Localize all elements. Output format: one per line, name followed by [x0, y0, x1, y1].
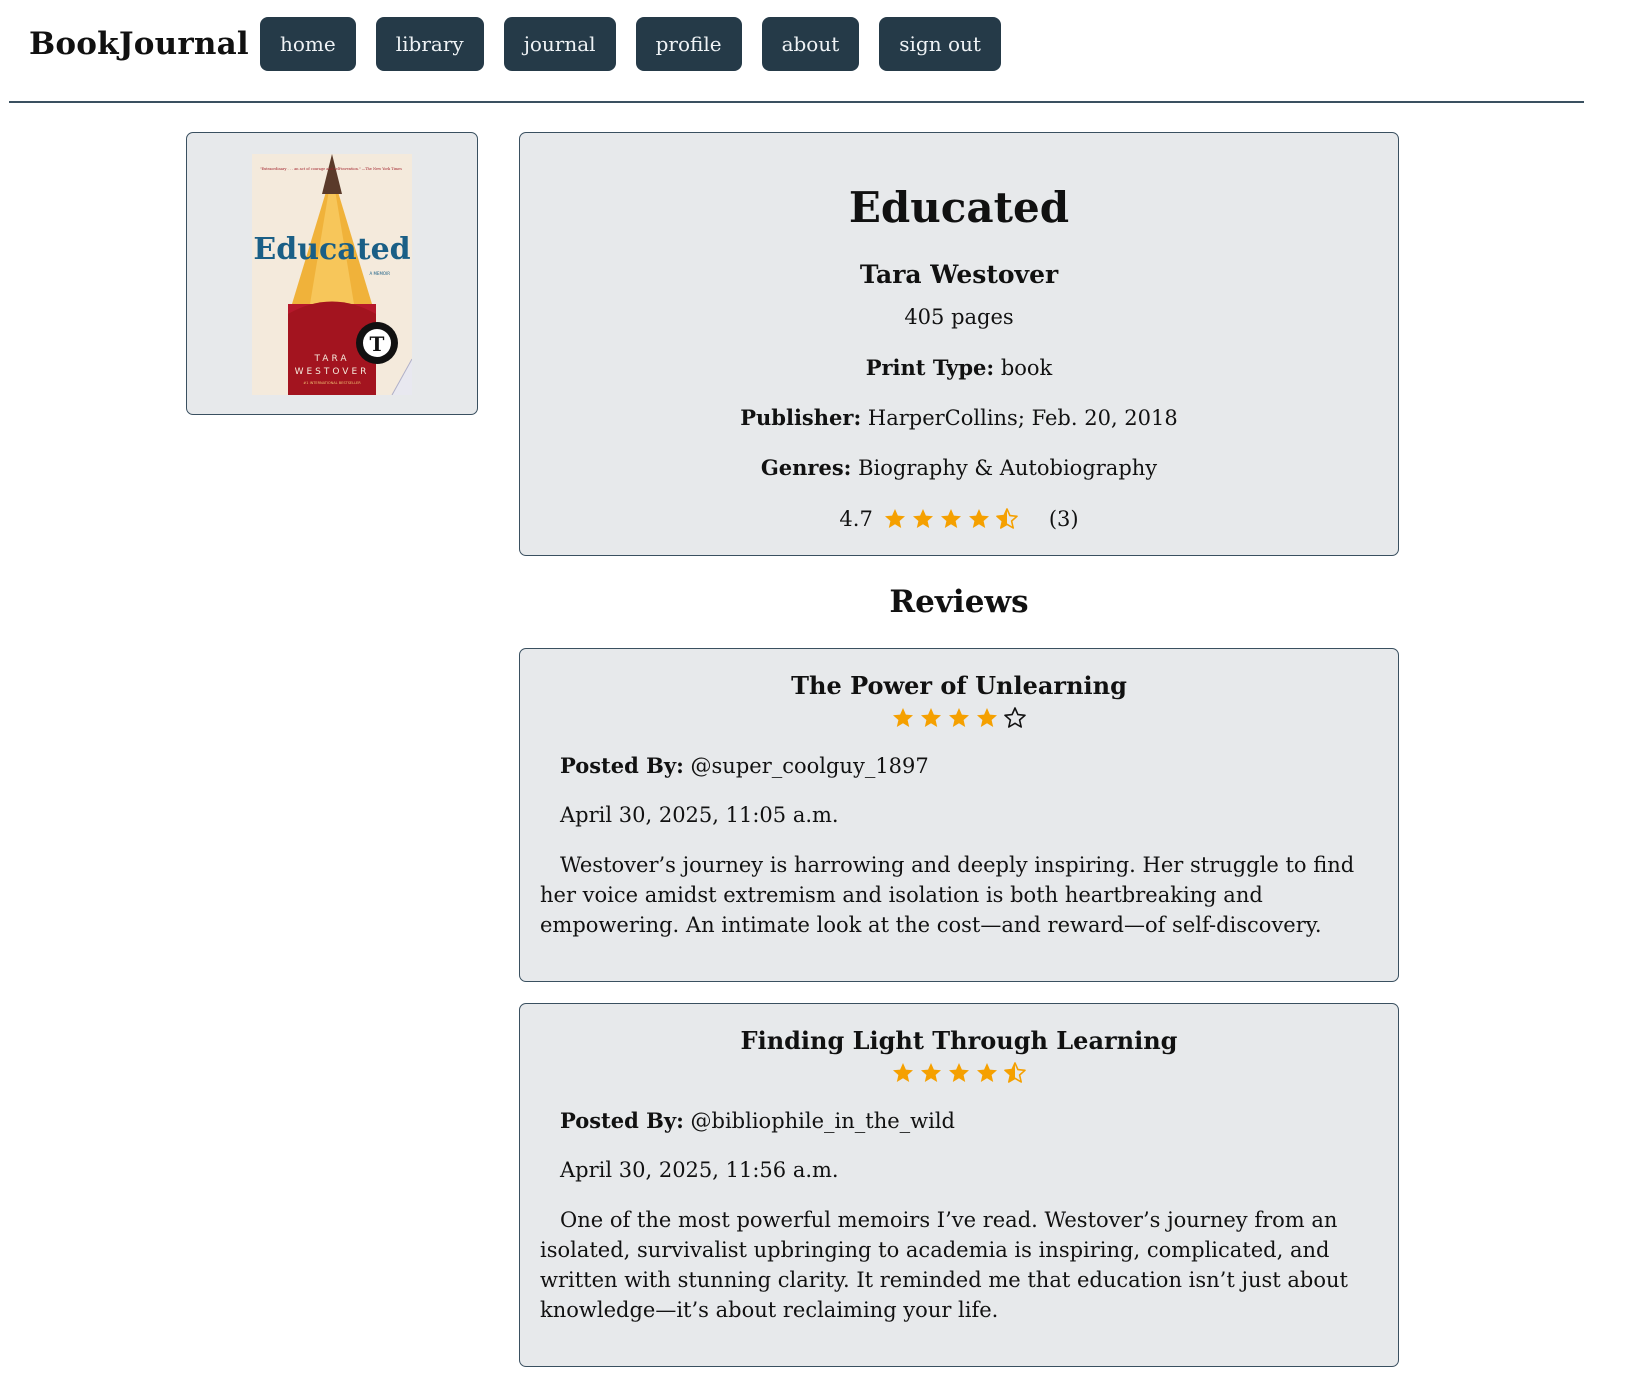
review-card: The Power of Unlearning Posted By: @supe…: [519, 648, 1399, 982]
review-rating-stars: [520, 706, 1398, 730]
review-body: One of the most powerful memoirs I’ve re…: [540, 1208, 1348, 1322]
star-full-icon: [968, 509, 989, 528]
nav-sign-out-button[interactable]: sign out: [879, 17, 1001, 71]
cover-author-last: WESTOVER: [295, 367, 370, 377]
star-full-icon: [977, 708, 997, 727]
genres-label: Genres:: [760, 455, 852, 480]
star-full-icon: [940, 509, 961, 528]
book-author: Tara Westover: [859, 260, 1059, 289]
star-full-icon: [921, 1063, 941, 1082]
book-title: Educated: [848, 183, 1070, 232]
book-rating-row: 4.7 (3): [520, 507, 1398, 531]
publisher-value: HarperCollins; Feb. 20, 2018: [867, 406, 1178, 430]
print-type-label: Print Type:: [865, 355, 995, 380]
review-title: Finding Light Through Learning: [740, 1026, 1178, 1055]
cover-subtitle: A MEMOIR: [369, 271, 390, 276]
top-nav-bar: BookJournal home library journal profile…: [9, 0, 1584, 103]
nav-menu: home library journal profile about sign …: [260, 17, 1001, 71]
cover-title: Educated: [253, 232, 410, 267]
star-full-icon: [921, 708, 941, 727]
print-type-row: Print Type: book: [520, 355, 1398, 380]
review-username[interactable]: @super_coolguy_1897: [691, 754, 929, 778]
brand-logo[interactable]: BookJournal: [29, 26, 249, 62]
review-author-row: Posted By: @bibliophile_in_the_wild: [560, 1108, 955, 1133]
genres-row: Genres: Biography & Autobiography: [520, 455, 1398, 480]
star-full-icon: [949, 1063, 969, 1082]
star-full-icon: [912, 509, 933, 528]
review-username[interactable]: @bibliophile_in_the_wild: [691, 1109, 956, 1133]
genres-value: Biography & Autobiography: [858, 456, 1158, 480]
star-full-icon: [977, 1063, 997, 1082]
book-details-card: Educated Tara Westover 405 pages Print T…: [519, 132, 1399, 556]
cover-quote: "Extraordinary . . . an act of courage a…: [260, 167, 402, 171]
nav-home-button[interactable]: home: [260, 17, 356, 71]
star-full-icon: [884, 509, 905, 528]
review-body: Westover’s journey is harrowing and deep…: [540, 853, 1355, 937]
nav-profile-button[interactable]: profile: [635, 17, 742, 71]
book-cover-card: Educated A MEMOIR "Extraordinary . . . a…: [186, 132, 478, 415]
cover-author-first: TARA: [313, 354, 349, 364]
book-rating-stars: [883, 507, 1019, 531]
posted-by-label: Posted By:: [560, 1108, 684, 1133]
nav-about-button[interactable]: about: [761, 17, 860, 71]
review-author-row: Posted By: @super_coolguy_1897: [560, 753, 929, 778]
svg-text:T: T: [370, 332, 385, 356]
cover-badge-text: #1 INTERNATIONAL BESTSELLER: [303, 381, 361, 385]
page-count: 405 pages: [904, 305, 1014, 329]
publisher-label: Publisher:: [740, 405, 862, 430]
review-date: April 30, 2025, 11:56 a.m.: [560, 1158, 839, 1182]
print-type-value: book: [1000, 356, 1053, 380]
posted-by-label: Posted By:: [560, 753, 684, 778]
review-card: Finding Light Through Learning Posted By…: [519, 1003, 1399, 1367]
review-title: The Power of Unlearning: [791, 671, 1127, 700]
star-empty-icon: [1004, 707, 1026, 728]
nav-library-button[interactable]: library: [375, 17, 484, 71]
rating-count[interactable]: (3): [1049, 507, 1079, 531]
review-rating-stars: [520, 1061, 1398, 1085]
book-cover-image: Educated A MEMOIR "Extraordinary . . . a…: [252, 154, 412, 395]
star-half-icon: [1004, 1062, 1026, 1083]
reviews-heading: Reviews: [889, 584, 1029, 620]
star-full-icon: [893, 1063, 913, 1082]
nav-journal-button[interactable]: journal: [503, 17, 616, 71]
review-date: April 30, 2025, 11:05 a.m.: [560, 803, 839, 827]
average-rating: 4.7: [839, 507, 873, 531]
publisher-row: Publisher: HarperCollins; Feb. 20, 2018: [520, 405, 1398, 430]
star-half-icon: [996, 508, 1018, 529]
star-full-icon: [949, 708, 969, 727]
star-full-icon: [893, 708, 913, 727]
